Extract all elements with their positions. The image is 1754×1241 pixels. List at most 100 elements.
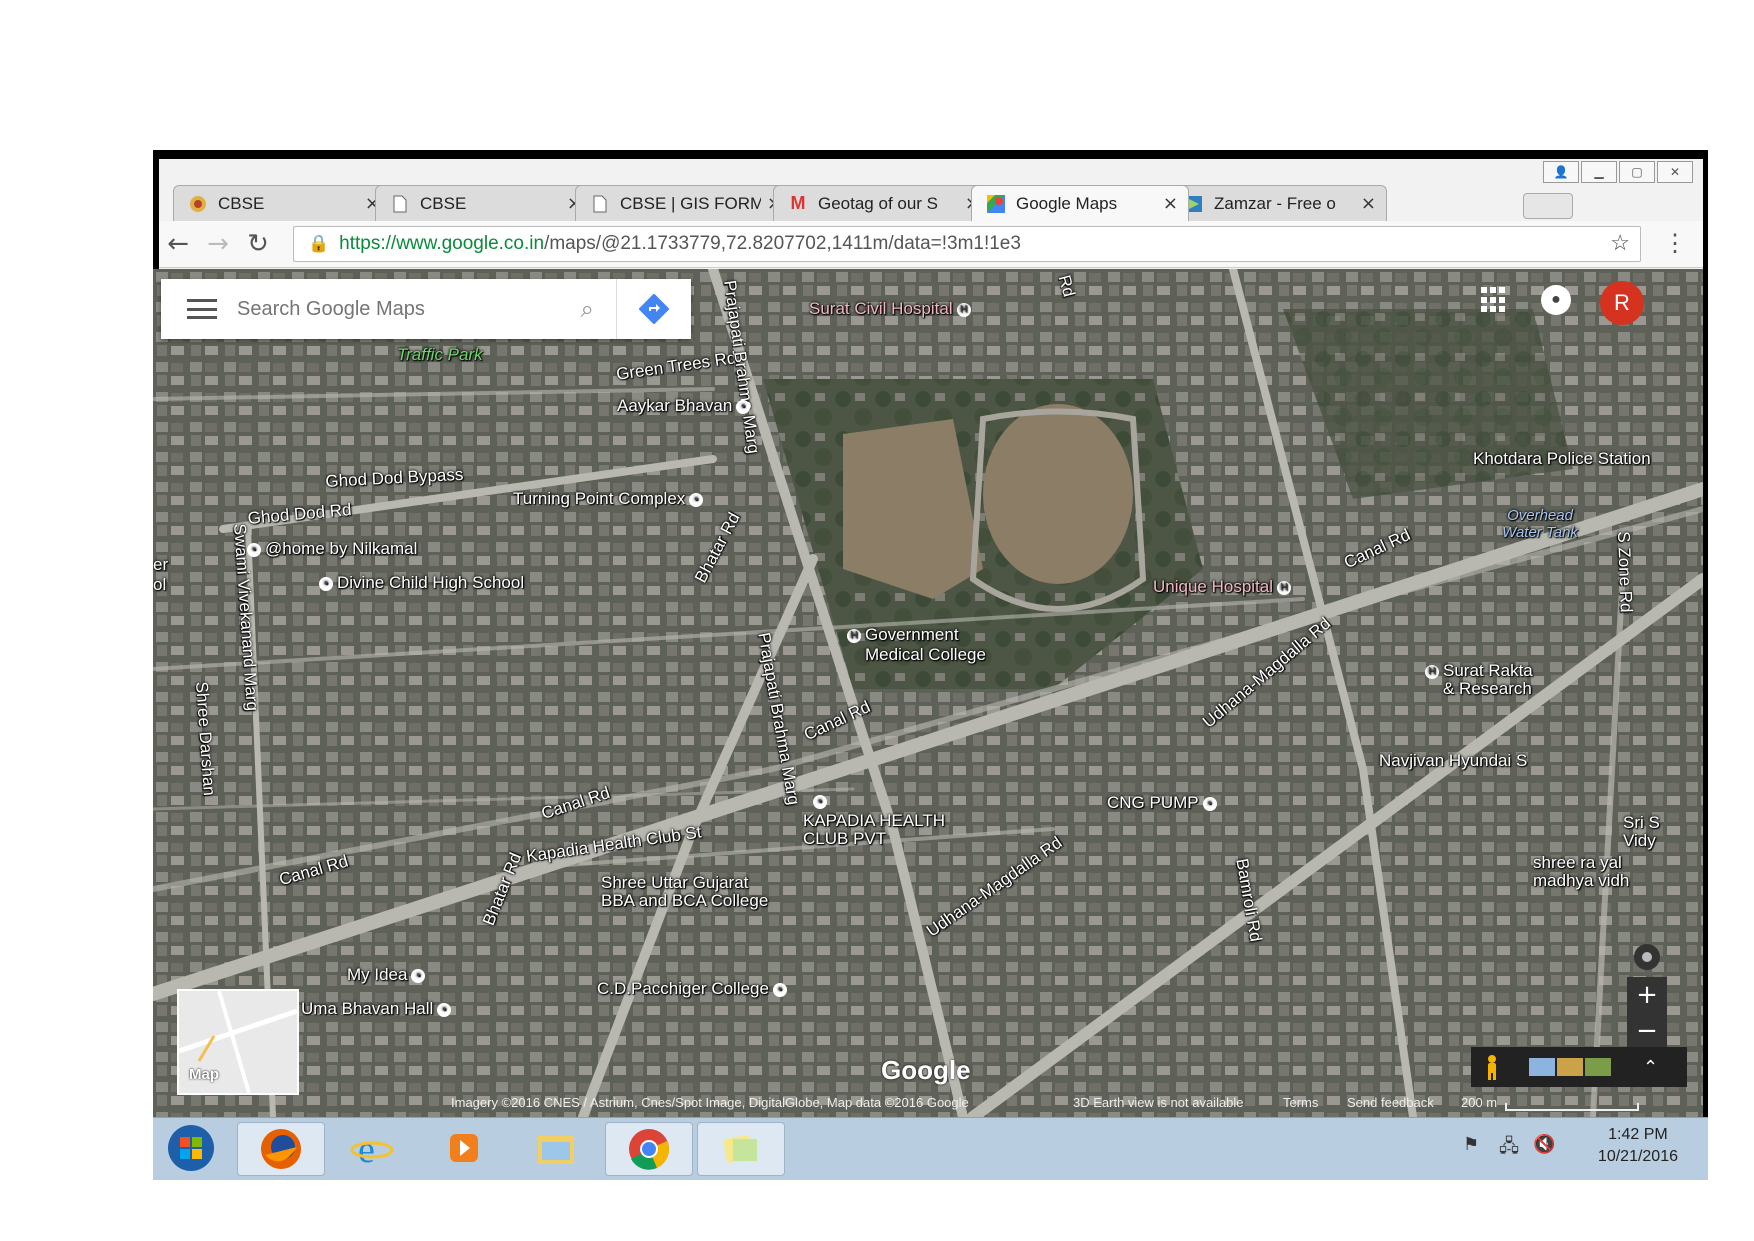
address-bar[interactable]: 🔒 https://www.google.co.in /maps/@21.173… [293,226,1641,262]
imagery-thumb-1[interactable] [1529,1058,1555,1076]
search-input[interactable] [235,296,581,322]
volume-muted-icon[interactable]: 🔇 [1533,1134,1555,1155]
screenshot-frame: 👤 ▁ ▢ ✕ CBSE × CBSE × CBSE | GIS FORM × [153,150,1708,1180]
system-clock[interactable]: 1:42 PM 10/21/2016 [1598,1124,1678,1168]
sticky-notes-icon[interactable] [697,1122,785,1176]
tab-google-maps[interactable]: Google Maps × [971,185,1189,221]
apps-grid-icon[interactable] [1481,287,1507,313]
minimize-icon[interactable]: ▁ [1581,161,1617,183]
back-icon[interactable]: ← [163,229,193,259]
label-text: Unique Hospital [1153,577,1274,596]
flag-icon[interactable]: ⚑ [1463,1134,1479,1155]
internet-explorer-icon[interactable]: e [329,1122,415,1174]
label-navjivan-hyundai[interactable]: Navjivan Hyundai S [1379,751,1527,771]
map-canvas[interactable]: Traffic Park Green Trees Rd Prajapati Br… [153,269,1703,1117]
maximize-icon[interactable]: ▢ [1619,161,1655,183]
label-aaykar-bhavan[interactable]: Aaykar Bhavan ▪ [617,396,754,416]
new-tab-button[interactable] [1523,193,1573,219]
label-khotdara-police-station[interactable]: Khotdara Police Station [1473,449,1651,469]
hamburger-menu-icon[interactable] [187,299,217,319]
label-text: Turning Point Complex [513,489,686,508]
tab-title: Google Maps [1016,193,1118,213]
label-cd-pacchiger-college[interactable]: C.D.Pacchiger College ▪ [597,979,791,999]
gym-pin-icon: ▪ [813,794,827,809]
user-icon[interactable]: 👤 [1543,161,1579,183]
firefox-icon[interactable] [237,1122,325,1176]
label-shree-madhya-2[interactable]: madhya vidh [1533,871,1629,891]
label-left-edge-1[interactable]: er [153,555,168,575]
tab-close-icon[interactable]: × [1163,193,1178,214]
menu-icon[interactable]: ⋮ [1663,229,1687,258]
label-government-medical-college[interactable]: H Government [843,625,959,645]
label-uma-bhavan-hall[interactable]: Uma Bhavan Hall ▪ [301,999,455,1019]
send-feedback-link[interactable]: Send feedback [1347,1095,1434,1110]
label-turning-point-complex[interactable]: Turning Point Complex ▪ [513,489,707,509]
label-cng-pump[interactable]: CNG PUMP ▪ [1107,793,1221,813]
label-my-idea[interactable]: My Idea ▪ [347,965,429,985]
label-bba-bca-college[interactable]: BBA and BCA College [601,891,768,911]
shop-pin-icon: ▪ [689,492,704,507]
imagery-thumbnails[interactable] [1529,1058,1611,1076]
search-icon[interactable]: ⌕ [581,295,594,323]
windows-start-icon[interactable] [161,1122,221,1174]
terms-link[interactable]: Terms [1283,1095,1318,1110]
imagery-thumb-2[interactable] [1557,1058,1583,1076]
my-location-icon[interactable] [1627,939,1667,975]
avatar[interactable]: R [1600,281,1644,325]
label-left-edge-2[interactable]: ol [153,575,166,595]
browser-chrome: 👤 ▁ ▢ ✕ CBSE × CBSE × CBSE | GIS FORM × [159,159,1703,269]
school-pin-icon: ▪ [319,576,333,591]
label-shree-madhya-1[interactable]: shree ra yal [1533,853,1622,873]
label-sri-vid-2[interactable]: Vidy [1623,831,1656,851]
tab-title: CBSE | GIS FORM [620,193,761,213]
zoom-in-button[interactable]: + [1627,977,1667,1013]
tab-cbse-2[interactable]: CBSE × [375,185,593,221]
label-gmc-line2[interactable]: Medical College [865,645,986,665]
document-icon [390,194,410,214]
chrome-icon[interactable] [605,1122,693,1176]
label-kapadia-line1[interactable]: KAPADIA HEALTH [803,811,945,831]
label-text: @home by Nilkamal [265,539,418,558]
tab-geotag[interactable]: M Geotag of our S × [773,185,991,221]
label-text: Surat Civil Hospital [809,299,953,318]
media-player-icon[interactable] [421,1122,507,1174]
pegman-icon[interactable] [1477,1052,1507,1082]
label-kapadia-health-club[interactable]: ▪ [809,791,831,811]
label-home-by-nilkamal[interactable]: ▪ @home by Nilkamal [243,539,417,559]
label-surat-raktadan-line2[interactable]: & Research [1443,679,1532,699]
shop-pin-icon: ▪ [411,968,426,983]
label-overhead-water-tank[interactable]: Overhead Water Tank [1495,507,1585,541]
forward-icon[interactable]: → [203,229,233,259]
file-explorer-icon[interactable] [513,1122,599,1174]
imagery-thumb-3[interactable] [1585,1058,1611,1076]
close-icon[interactable]: ✕ [1657,161,1693,183]
label-text: My Idea [347,965,408,984]
tab-cbse-1[interactable]: CBSE × [173,185,391,221]
tab-cbse-gis-form[interactable]: CBSE | GIS FORM × [575,185,793,221]
tab-title: Zamzar - Free o [1214,193,1336,213]
label-kapadia-line2[interactable]: CLUB PVT [803,829,886,849]
tab-title: CBSE [420,193,467,213]
directions-button[interactable] [616,279,691,339]
label-traffic-park[interactable]: Traffic Park [397,345,483,365]
expand-up-icon[interactable]: ⌃ [1643,1057,1658,1078]
label-divine-child-high-school[interactable]: ▪ Divine Child High School [315,573,524,593]
fuel-pin-icon: ▪ [1202,796,1217,811]
reload-icon[interactable]: ↻ [243,229,273,259]
tab-close-icon[interactable]: × [1361,193,1376,214]
network-icon[interactable]: 🖧 [1499,1134,1519,1164]
label-text: C.D.Pacchiger College [597,979,769,998]
label-s-zone-rd[interactable]: S Zone Rd [1613,531,1636,613]
label-sri-vid-1[interactable]: Sri S [1623,813,1660,833]
tab-zamzar[interactable]: Zamzar - Free o × [1169,185,1387,221]
map-view-toggle[interactable]: Map [177,989,299,1095]
bookmark-star-icon[interactable]: ☆ [1610,230,1630,256]
label-shree-uttar-gujarat[interactable]: Shree Uttar Gujarat [601,873,748,893]
directions-icon [639,294,669,324]
label-unique-hospital[interactable]: Unique Hospital H [1153,577,1295,597]
label-surat-civil-hospital[interactable]: Surat Civil Hospital H [809,299,975,319]
label-surat-raktadan[interactable]: H Surat Rakta [1421,661,1533,681]
notifications-icon[interactable]: ● [1541,285,1571,315]
school-pin-icon: ▪ [772,982,787,997]
zoom-out-button[interactable]: − [1627,1013,1667,1049]
